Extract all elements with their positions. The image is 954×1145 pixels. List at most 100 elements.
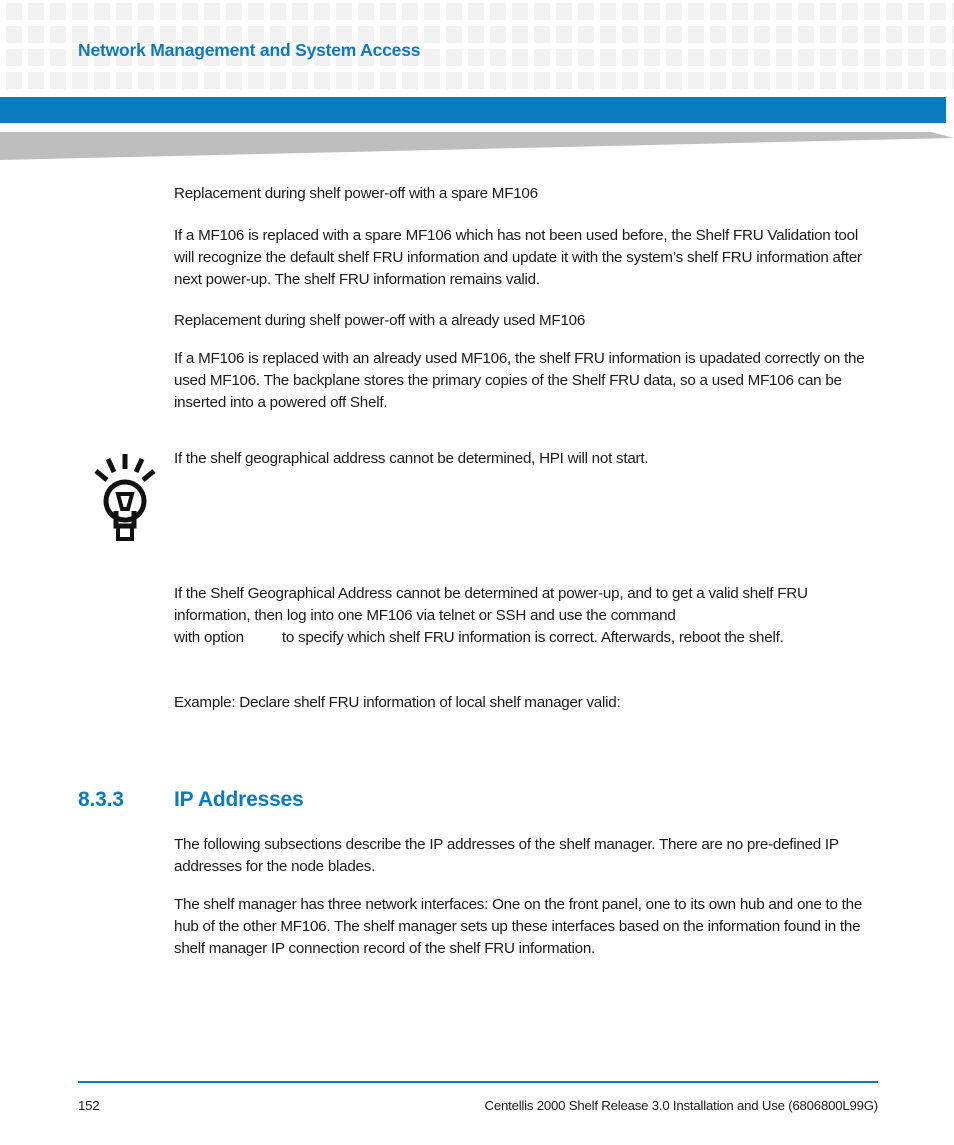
- header-pattern-cell: [908, 3, 924, 20]
- header-pattern-cell: [600, 72, 616, 89]
- paragraph-replacement-spare-body: If a MF106 is replaced with a spare MF10…: [174, 227, 862, 289]
- header-pattern-cell: [578, 72, 594, 89]
- header-pattern-cell: [292, 3, 308, 20]
- header-pattern-cell: [490, 3, 506, 20]
- header-pattern-cell: [468, 26, 484, 43]
- header-pattern-cell: [864, 72, 880, 89]
- header-pattern-cell: [50, 26, 66, 43]
- header-pattern-cell: [644, 72, 660, 89]
- header-pattern-cell: [28, 72, 44, 89]
- header-pattern-cell: [578, 3, 594, 20]
- header-pattern-cell: [248, 72, 264, 89]
- header-pattern-cell: [930, 3, 946, 20]
- command-tail-text: to specify which shelf FRU information i…: [281, 629, 784, 647]
- header-pattern-cell: [424, 3, 440, 20]
- header-pattern-cell: [160, 72, 176, 89]
- header-pattern-cell: [842, 26, 858, 43]
- header-pattern-cell: [446, 3, 462, 20]
- lightbulb-tip-icon: [94, 454, 156, 541]
- header-pattern-cell: [292, 72, 308, 89]
- header-pattern-cell: [710, 49, 726, 66]
- header-blue-bar: [0, 97, 946, 123]
- footer-document-title: Centellis 2000 Shelf Release 3.0 Install…: [484, 1098, 879, 1113]
- header-grey-wedge: [0, 132, 954, 160]
- header-pattern-cell: [50, 49, 66, 66]
- header-pattern-cell: [50, 3, 66, 20]
- command-lead-text: If the Shelf Geographical Address cannot…: [174, 585, 808, 625]
- header-pattern-cell: [754, 49, 770, 66]
- header-pattern-cell: [754, 26, 770, 43]
- header-pattern-cell: [402, 3, 418, 20]
- header-pattern-cell: [490, 72, 506, 89]
- header-pattern-cell: [600, 49, 616, 66]
- header-pattern-cell: [622, 49, 638, 66]
- header-pattern-cell: [314, 72, 330, 89]
- header-pattern-cell: [842, 49, 858, 66]
- header-pattern-cell: [798, 72, 814, 89]
- header-pattern-cell: [820, 26, 836, 43]
- paragraph-block-3: Replacement during shelf power-off with …: [174, 310, 874, 332]
- header-pattern-cell: [688, 3, 704, 20]
- section-title: IP Addresses: [174, 788, 304, 811]
- header-pattern-cell: [754, 3, 770, 20]
- header-pattern-cell: [666, 3, 682, 20]
- header-pattern-cell: [688, 49, 704, 66]
- header-pattern-cell: [358, 3, 374, 20]
- paragraph-replacement-used-heading: Replacement during shelf power-off with …: [174, 312, 586, 329]
- header-pattern-cell: [204, 72, 220, 89]
- header-pattern-cell: [556, 49, 572, 66]
- header-pattern-cell: [182, 72, 198, 89]
- header-pattern-cell: [6, 26, 22, 43]
- paragraph-block-6: The shelf manager has three network inte…: [174, 894, 874, 961]
- header-pattern-cell: [908, 72, 924, 89]
- footer-rule: [78, 1081, 878, 1083]
- header-pattern-cell: [424, 72, 440, 89]
- header-pattern-cell: [512, 49, 528, 66]
- header-pattern-cell: [336, 72, 352, 89]
- header-pattern-cell: [754, 72, 770, 89]
- header-pattern-cell: [578, 26, 594, 43]
- header-pattern-cell: [886, 49, 902, 66]
- header-pattern-cell: [182, 3, 198, 20]
- header-pattern-cell: [204, 3, 220, 20]
- header-pattern-cell: [798, 49, 814, 66]
- header-pattern-cell: [28, 3, 44, 20]
- header-pattern-cell: [644, 26, 660, 43]
- header-pattern-cell: [512, 72, 528, 89]
- header-pattern-cell: [842, 3, 858, 20]
- header-pattern-cell: [402, 72, 418, 89]
- paragraph-block-5: The following subsections describe the I…: [174, 834, 874, 878]
- header-pattern-cell: [446, 72, 462, 89]
- section-number: 8.3.3: [78, 788, 124, 811]
- paragraph-tip-hpi: If the shelf geographical address cannot…: [174, 450, 649, 467]
- header-pattern-cell: [160, 3, 176, 20]
- paragraph-block-example: Example: Declare shelf FRU information o…: [174, 692, 874, 714]
- paragraph-block-2: If a MF106 is replaced with a spare MF10…: [174, 225, 874, 292]
- header-pattern-cell: [50, 72, 66, 89]
- header-pattern-cell: [512, 26, 528, 43]
- command-middle-text: with option: [174, 629, 244, 647]
- header-pattern-cell: [72, 72, 88, 89]
- header-pattern-cell: [666, 72, 682, 89]
- header-pattern-cell: [28, 26, 44, 43]
- header-pattern-cell: [358, 72, 374, 89]
- header-pattern-cell: [94, 72, 110, 89]
- header-pattern-cell: [622, 26, 638, 43]
- header-pattern-cell: [248, 3, 264, 20]
- page-header: Network Management and System Access: [0, 0, 954, 96]
- header-pattern-cell: [622, 3, 638, 20]
- header-pattern-cell: [446, 49, 462, 66]
- section-heading: 8.3.3 IP Addresses: [78, 788, 878, 812]
- header-pattern-cell: [468, 72, 484, 89]
- header-pattern-cell: [138, 72, 154, 89]
- header-pattern-cell: [226, 3, 242, 20]
- header-pattern-cell: [710, 72, 726, 89]
- header-pattern-cell: [886, 3, 902, 20]
- header-pattern-cell: [886, 72, 902, 89]
- paragraph-ip-intro: The following subsections describe the I…: [174, 836, 839, 876]
- header-pattern-cell: [798, 26, 814, 43]
- tip-note-text: If the shelf geographical address cannot…: [174, 448, 874, 470]
- header-pattern-cell: [666, 26, 682, 43]
- header-pattern-cell: [688, 26, 704, 43]
- header-pattern-cell: [776, 49, 792, 66]
